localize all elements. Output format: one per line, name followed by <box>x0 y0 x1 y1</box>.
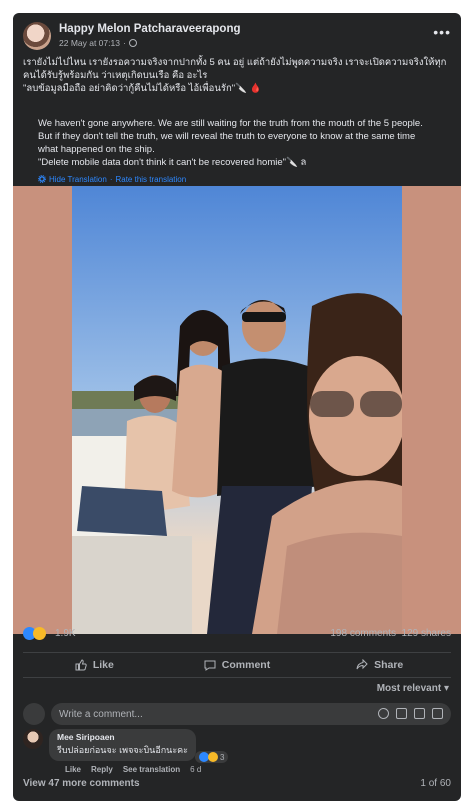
post-stats: 1.9K 198 comments 129 shares <box>23 627 451 645</box>
view-more-comments-link[interactable]: View 47 more comments <box>23 778 140 789</box>
group-photo-image <box>72 186 402 634</box>
author-avatar[interactable] <box>23 22 51 50</box>
composer-icons <box>378 708 443 719</box>
like-label: Like <box>92 659 114 671</box>
translation-links: Hide Translation · Rate this translation <box>38 175 186 184</box>
share-icon <box>356 659 368 670</box>
comment-composer <box>23 703 451 725</box>
reaction-count[interactable]: 1.9K <box>55 628 76 639</box>
like-button[interactable]: Like <box>23 653 166 677</box>
sort-label: Most relevant <box>376 683 442 694</box>
camera-icon[interactable] <box>396 708 407 719</box>
post-date[interactable]: 22 May at 07:13 <box>59 38 120 48</box>
author-name[interactable]: Happy Melon Patcharaveerapong <box>59 23 241 35</box>
share-label: Share <box>374 659 404 671</box>
comment-sort-dropdown[interactable]: Most relevant ▾ <box>377 683 449 694</box>
comment-paging: 1 of 60 <box>420 778 451 789</box>
comment-icon <box>204 660 216 671</box>
meta-separator: · <box>122 38 126 48</box>
thumbs-up-icon <box>75 659 87 671</box>
hide-translation-link[interactable]: Hide Translation <box>49 175 107 184</box>
comment-time[interactable]: 6 d <box>190 765 201 774</box>
gear-icon <box>38 175 46 183</box>
comment-text: รีบปล่อยก่อนจะ เพจจะบินอีกนะคะ <box>57 745 189 755</box>
shares-count[interactable]: 129 shares <box>402 628 451 639</box>
rate-translation-link[interactable]: Rate this translation <box>115 175 186 184</box>
post-photo[interactable] <box>72 186 402 634</box>
gif-icon[interactable] <box>414 708 425 719</box>
sticker-icon[interactable] <box>432 708 443 719</box>
post-meta: 22 May at 07:13 · <box>59 38 137 48</box>
comment-reply-button[interactable]: Reply <box>91 765 113 774</box>
post-card: Happy Melon Patcharaveerapong 22 May at … <box>13 13 461 801</box>
commenter-avatar[interactable] <box>23 729 43 749</box>
commenter-name[interactable]: Mee Siripoaen <box>57 732 188 742</box>
emoji-icon[interactable] <box>378 708 389 719</box>
comment-like-button[interactable]: Like <box>65 765 81 774</box>
comment-item: Mee Siripoaen รีบปล่อยก่อนจะ เพจจะบินอีก… <box>23 729 451 774</box>
share-button[interactable]: Share <box>308 653 451 677</box>
more-options-button[interactable]: ••• <box>433 24 451 40</box>
comment-button[interactable]: Comment <box>166 653 309 677</box>
comment-label: Comment <box>221 659 271 671</box>
user-avatar[interactable] <box>23 703 45 725</box>
comments-count[interactable]: 198 comments <box>330 628 396 639</box>
post-photo-frame <box>13 186 461 634</box>
post-translation: We haven't gone anywhere. We are still w… <box>38 118 423 168</box>
chevron-down-icon: ▾ <box>443 683 449 694</box>
comment-bubble: Mee Siripoaen รีบปล่อยก่อนจะ เพจจะบินอีก… <box>49 729 197 761</box>
post-text: เรายังไม่ไปไหน เรายังรอความจริงจากปากทั้… <box>23 57 447 94</box>
sad-reaction-icon <box>208 752 218 762</box>
post-header: Happy Melon Patcharaveerapong 22 May at … <box>23 22 451 54</box>
comment-actions: Like Reply See translation 6 d <box>65 765 201 774</box>
reaction-icons[interactable] <box>23 627 46 640</box>
link-separator: · <box>109 175 113 184</box>
comments-shares-count: 198 comments 129 shares <box>330 628 451 639</box>
globe-icon <box>128 39 137 47</box>
post-action-bar: Like Comment Share <box>23 652 451 678</box>
sad-reaction-icon <box>33 627 46 640</box>
comment-reactions[interactable]: 3 <box>195 751 229 763</box>
see-translation-link[interactable]: See translation <box>123 765 180 774</box>
comment-reaction-count: 3 <box>220 752 225 762</box>
